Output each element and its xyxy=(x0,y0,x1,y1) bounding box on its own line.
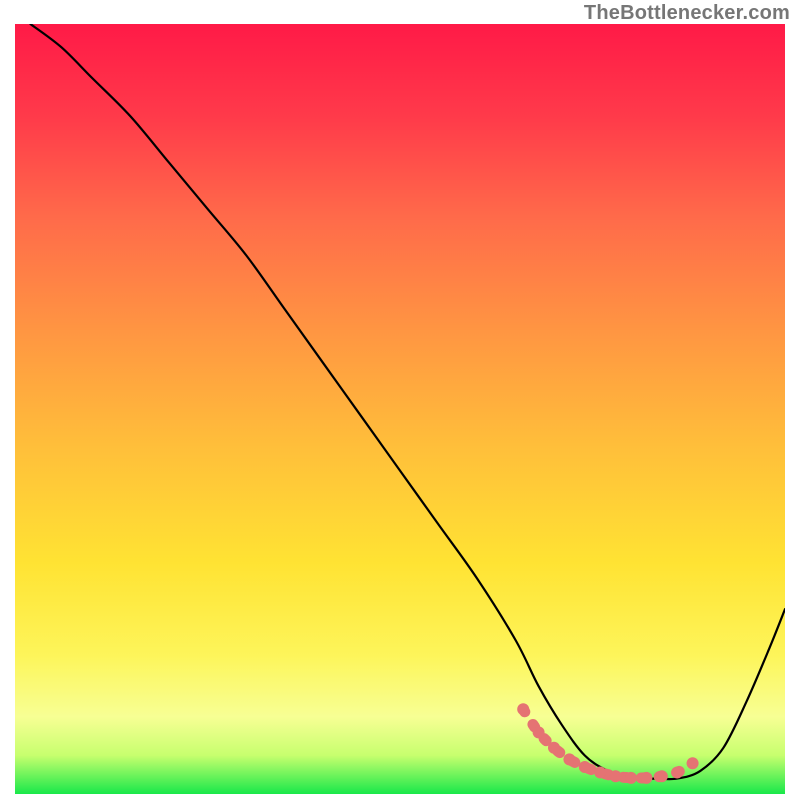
highlight-dot xyxy=(594,766,606,778)
highlight-dot xyxy=(610,770,622,782)
highlight-dot xyxy=(687,757,699,769)
gradient-background xyxy=(15,24,785,794)
bottleneck-chart xyxy=(15,24,785,794)
highlight-dot xyxy=(517,703,529,715)
highlight-dot xyxy=(671,766,683,778)
highlight-dot xyxy=(656,770,668,782)
highlight-dot xyxy=(640,772,652,784)
highlight-dot xyxy=(579,761,591,773)
chart-container xyxy=(15,24,785,794)
highlight-dot xyxy=(533,726,545,738)
watermark-text: TheBottlenecker.com xyxy=(584,2,790,25)
highlight-dot xyxy=(548,742,560,754)
highlight-dot xyxy=(625,772,637,784)
highlight-dot xyxy=(563,753,575,765)
